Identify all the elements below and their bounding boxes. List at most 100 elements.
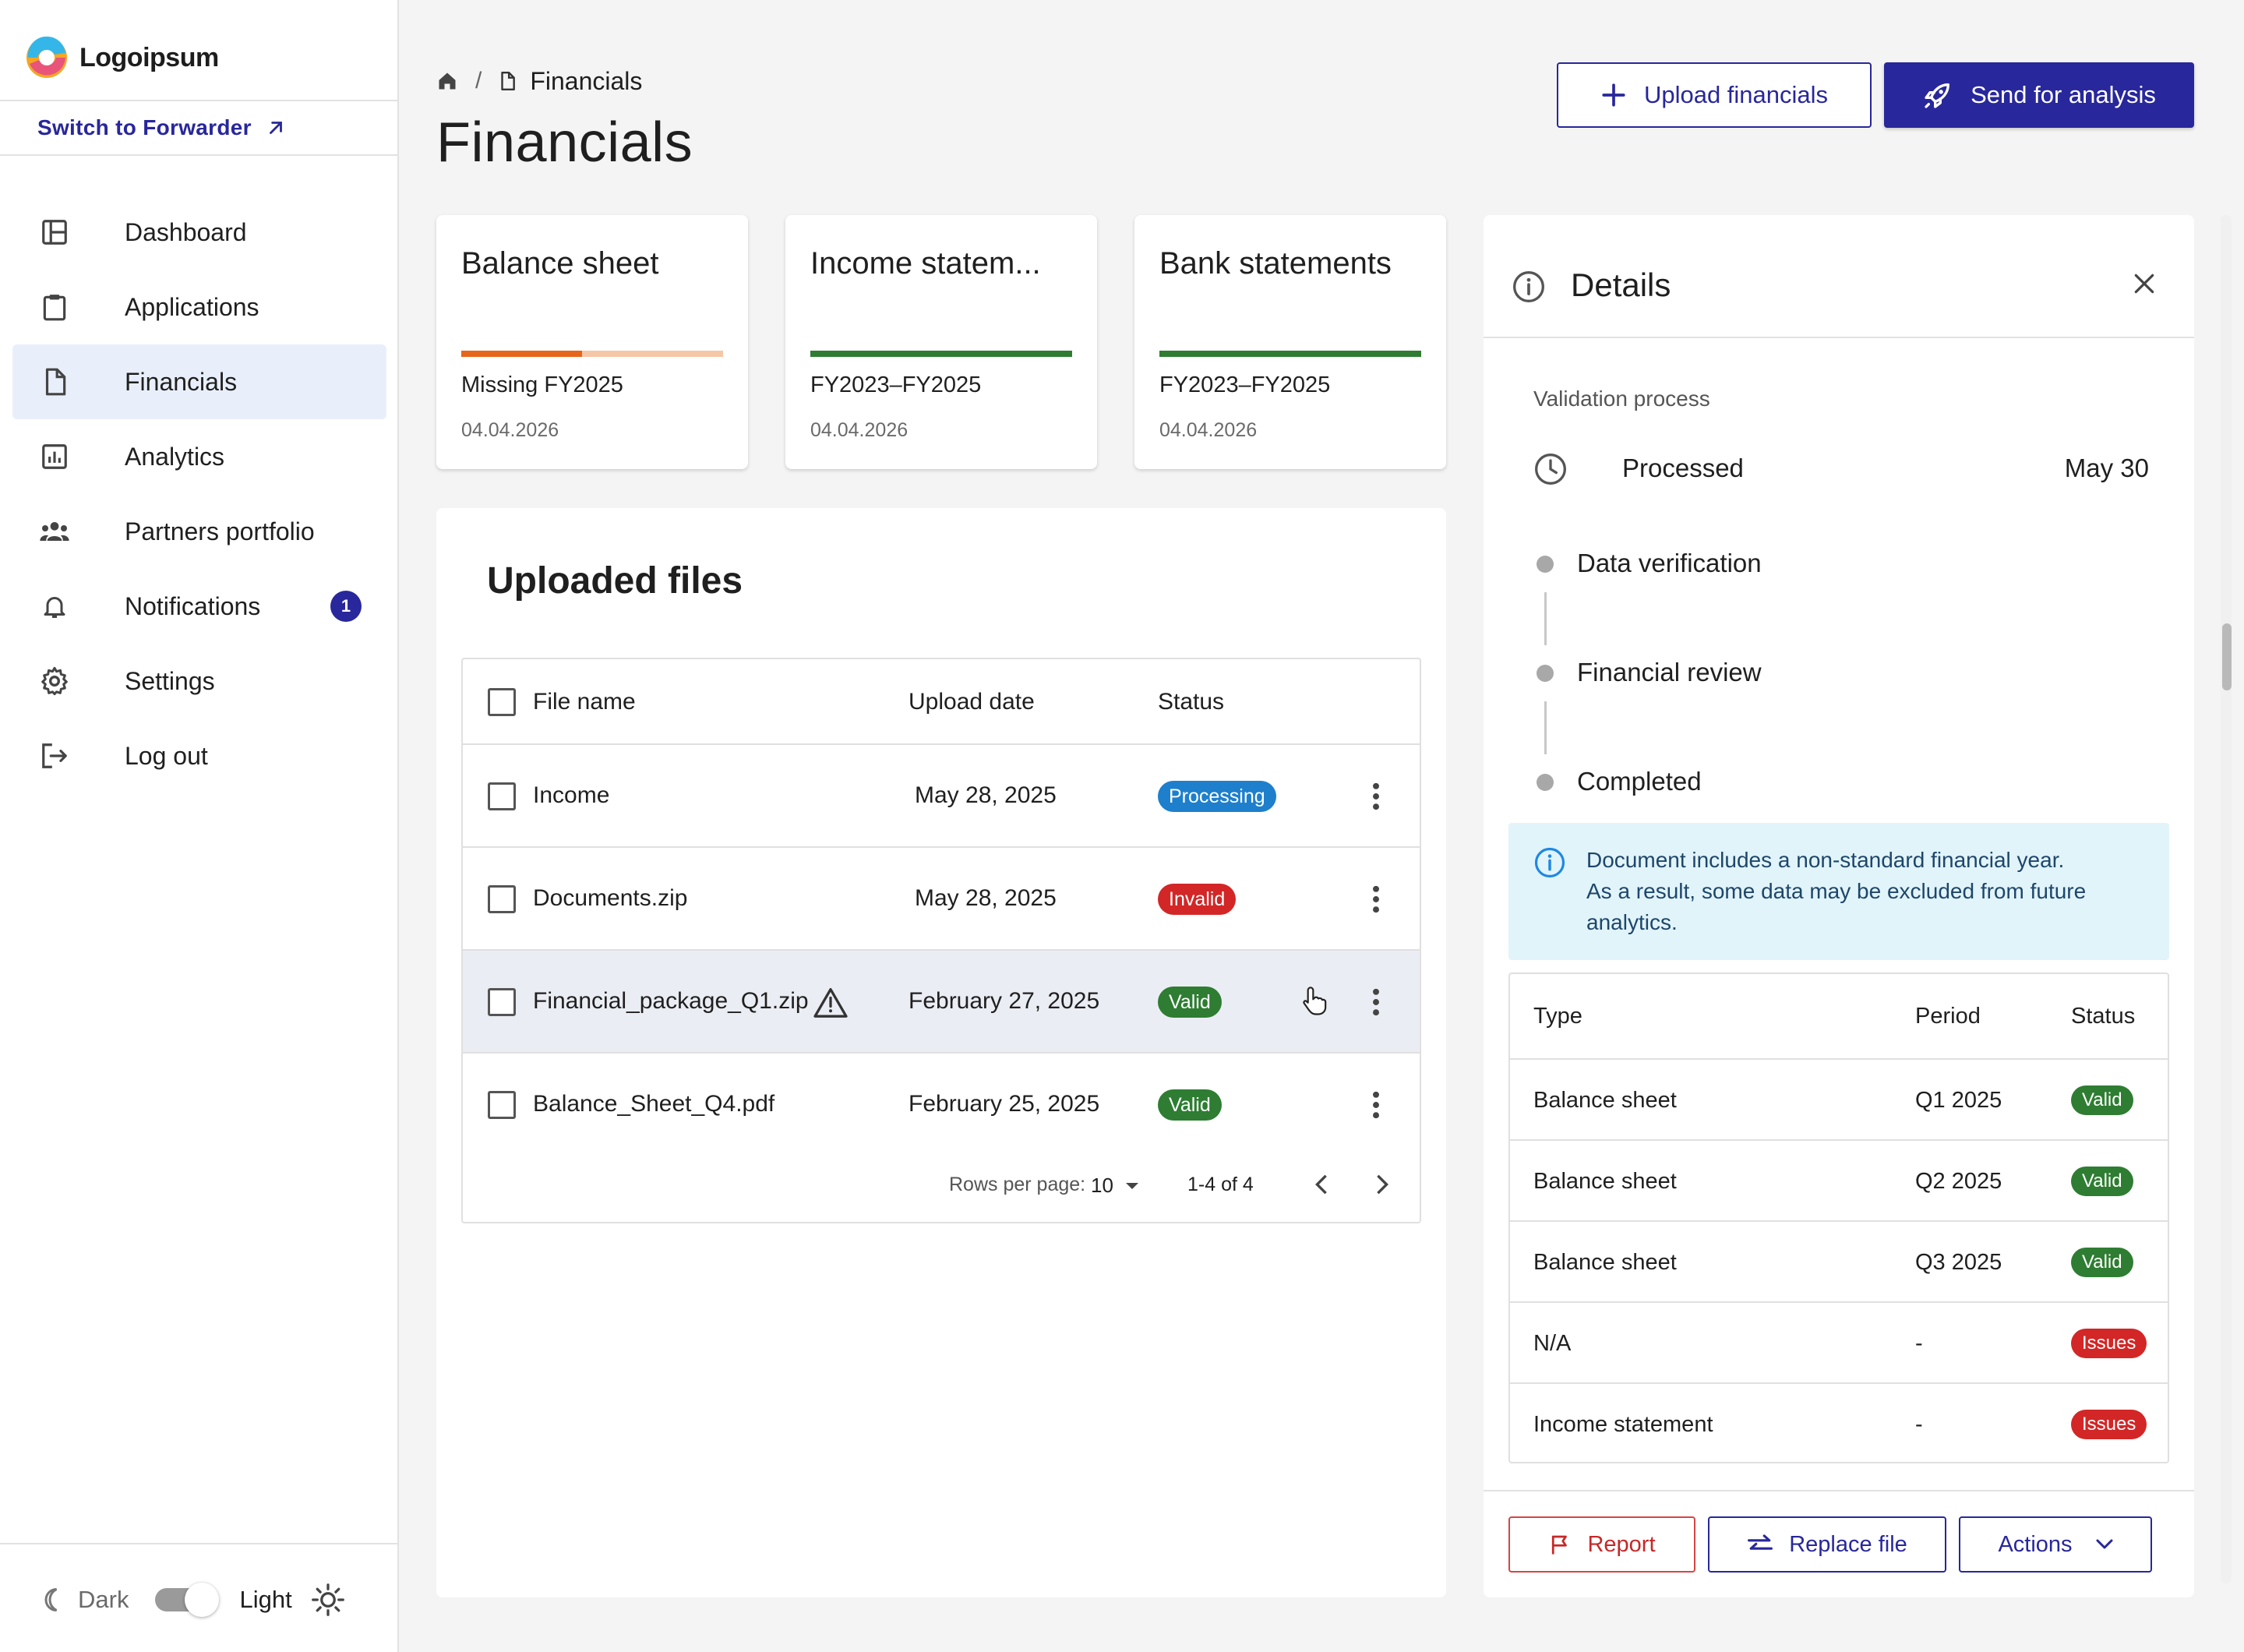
bank-statements-card[interactable]: Bank statements FY2023–FY2025 04.04.2026	[1134, 215, 1446, 469]
breadcrumb: / Financials	[436, 62, 642, 100]
column-header-period: Period	[1915, 1004, 1981, 1029]
send-for-analysis-button[interactable]: Send for analysis	[1884, 62, 2194, 128]
processed-status-row: Processed May 30	[1533, 449, 2149, 488]
sidebar-item-financials[interactable]: Financials	[12, 344, 386, 419]
table-pagination: Rows per page: 10 1-4 of 4	[463, 1158, 1420, 1213]
table-header-row: Type Period Status	[1510, 974, 2168, 1060]
logo[interactable]: Logoipsum	[23, 34, 219, 81]
document-types-table: Type Period Status Balance sheet Q1 2025…	[1508, 972, 2169, 1463]
card-title: Bank statements	[1159, 246, 1392, 281]
alert-line: Document includes a non-standard financi…	[1586, 848, 2065, 872]
progress-fill	[461, 351, 582, 357]
theme-light-label: Light	[239, 1586, 292, 1613]
row-menu-button[interactable]	[1365, 983, 1387, 1021]
column-header-file-name[interactable]: File name	[533, 689, 636, 715]
sidebar-item-log-out[interactable]: Log out	[12, 718, 386, 793]
row-checkbox[interactable]	[488, 988, 516, 1016]
sidebar-item-label: Log out	[125, 741, 208, 770]
document-icon	[501, 71, 516, 91]
swap-icon	[1748, 1534, 1773, 1550]
step-connector	[1544, 701, 1547, 754]
row-checkbox[interactable]	[488, 782, 516, 810]
income-statement-card[interactable]: Income statem... FY2023–FY2025 04.04.202…	[785, 215, 1097, 469]
sidebar-item-label: Dashboard	[125, 217, 247, 246]
sidebar-item-notifications[interactable]: Notifications 1	[12, 569, 386, 644]
sidebar-item-applications[interactable]: Applications	[12, 270, 386, 344]
row-menu-button[interactable]	[1365, 1086, 1387, 1124]
doc-type: Balance sheet	[1533, 1088, 1677, 1113]
report-button[interactable]: Report	[1508, 1516, 1695, 1573]
step-completed: Completed	[1577, 767, 1702, 796]
sidebar-item-label: Applications	[125, 292, 259, 321]
balance-sheet-card[interactable]: Balance sheet Missing FY2025 04.04.2026	[436, 215, 748, 469]
select-all-checkbox[interactable]	[488, 688, 516, 716]
actions-dropdown-button[interactable]: Actions	[1959, 1516, 2152, 1573]
logout-icon	[39, 740, 70, 771]
sidebar-item-analytics[interactable]: Analytics	[12, 419, 386, 494]
doc-type: Income statement	[1533, 1412, 1713, 1437]
table-row[interactable]: Documents.zip May 28, 2025 Invalid	[463, 848, 1420, 951]
table-row[interactable]: Income May 28, 2025 Processing	[463, 745, 1420, 848]
previous-page-button[interactable]	[1306, 1169, 1337, 1200]
details-header: Details	[1484, 215, 2194, 338]
status-badge: Valid	[2071, 1085, 2133, 1115]
clock-icon	[1535, 454, 1566, 485]
switch-to-forwarder-link[interactable]: Switch to Forwarder	[37, 111, 286, 145]
sidebar-item-label: Notifications	[125, 591, 261, 620]
warning-icon[interactable]	[813, 987, 848, 1018]
card-coverage: FY2023–FY2025	[1159, 372, 1331, 397]
divider	[1484, 1490, 2194, 1491]
theme-toggle[interactable]	[155, 1583, 220, 1617]
table-row[interactable]: Balance_Sheet_Q4.pdf February 25, 2025 V…	[463, 1054, 1420, 1156]
theme-dark-label: Dark	[78, 1586, 129, 1613]
pagination-range: 1-4 of 4	[1187, 1174, 1254, 1195]
rocket-icon	[1925, 83, 1950, 108]
dashboard-icon	[39, 217, 70, 248]
status-badge: Valid	[2071, 1248, 2133, 1277]
send-for-analysis-label: Send for analysis	[1971, 81, 2156, 108]
table-row: Income statement - Issues	[1510, 1384, 2168, 1462]
row-checkbox[interactable]	[488, 1091, 516, 1119]
row-menu-button[interactable]	[1365, 881, 1387, 918]
step-dot	[1537, 774, 1554, 791]
scrollbar-thumb[interactable]	[2222, 623, 2232, 690]
sidebar-item-label: Settings	[125, 666, 215, 695]
doc-period: -	[1915, 1331, 1923, 1356]
details-title: Details	[1571, 267, 1671, 303]
step-data-verification: Data verification	[1577, 549, 1762, 577]
rows-per-page-select[interactable]: 10	[1091, 1174, 1140, 1198]
sidebar-item-partners-portfolio[interactable]: Partners portfolio	[12, 494, 386, 569]
upload-financials-button[interactable]: Upload financials	[1557, 62, 1872, 128]
sidebar-item-dashboard[interactable]: Dashboard	[12, 195, 386, 270]
status-badge: Valid	[2071, 1167, 2133, 1196]
alert-line: As a result, some data may be excluded f…	[1586, 879, 2087, 934]
column-header-upload-date[interactable]: Upload date	[909, 689, 1035, 715]
plus-icon	[1602, 83, 1625, 107]
file-name: Documents.zip	[533, 885, 688, 911]
row-menu-button[interactable]	[1365, 778, 1387, 815]
upload-date: February 25, 2025	[909, 1091, 1100, 1117]
rows-per-page-label: Rows per page:	[949, 1174, 1086, 1195]
logo-mark-icon	[26, 36, 67, 78]
file-name: Balance_Sheet_Q4.pdf	[533, 1091, 775, 1117]
row-checkbox[interactable]	[488, 885, 516, 913]
step-dot	[1537, 665, 1554, 682]
validation-process-label: Validation process	[1533, 387, 1710, 411]
sidebar-item-label: Partners portfolio	[125, 517, 315, 545]
processed-label: Processed	[1622, 454, 1744, 482]
card-date: 04.04.2026	[1159, 419, 1258, 441]
close-icon	[2134, 274, 2154, 294]
status-badge: Issues	[2071, 1329, 2147, 1358]
next-page-button[interactable]	[1367, 1169, 1398, 1200]
column-header-status[interactable]: Status	[1158, 689, 1224, 715]
divider	[0, 100, 399, 101]
logo-text: Logoipsum	[79, 42, 219, 72]
table-row[interactable]: Financial_package_Q1.zip February 27, 20…	[463, 951, 1420, 1054]
flag-icon	[1552, 1535, 1568, 1555]
scrollbar-track[interactable]	[2221, 215, 2232, 1583]
home-icon[interactable]	[436, 70, 458, 92]
doc-period: Q2 2025	[1915, 1169, 2002, 1194]
close-details-button[interactable]	[2127, 267, 2161, 301]
sidebar-item-settings[interactable]: Settings	[12, 644, 386, 718]
replace-file-button[interactable]: Replace file	[1708, 1516, 1946, 1573]
